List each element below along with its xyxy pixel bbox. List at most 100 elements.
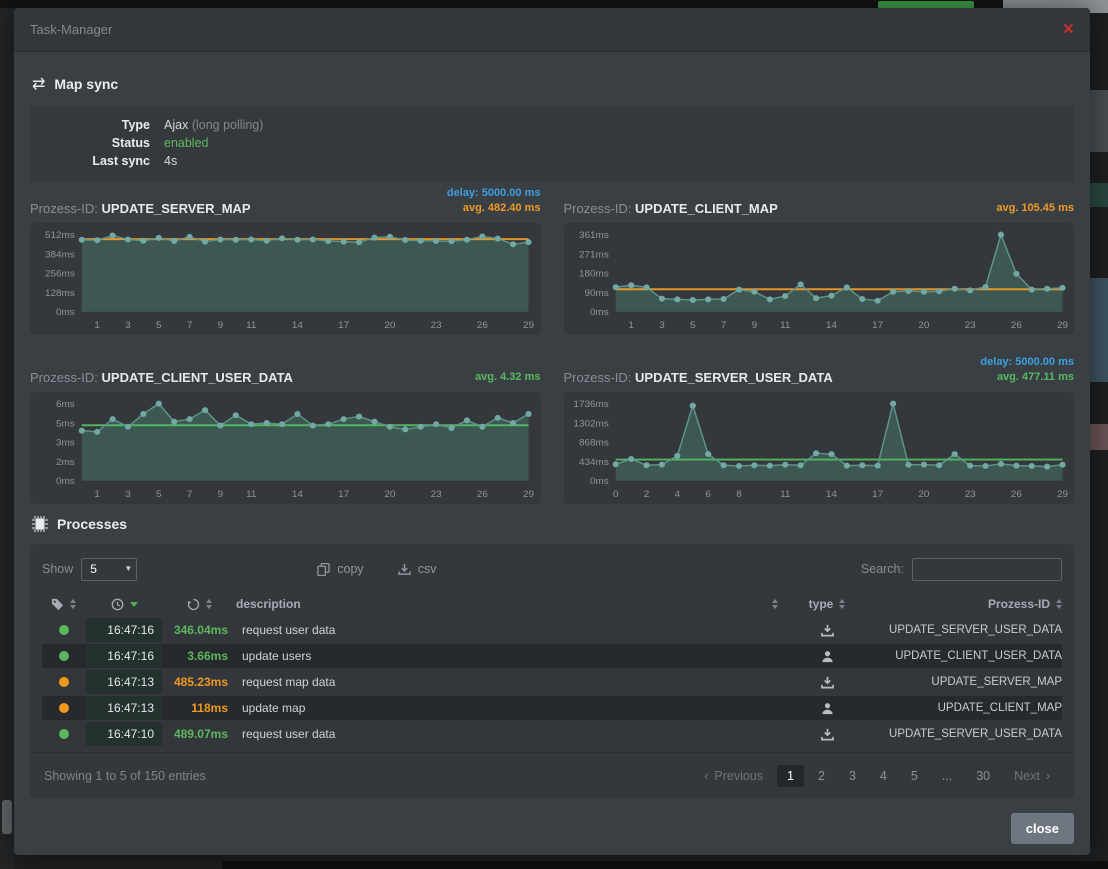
column-time[interactable] xyxy=(86,592,162,616)
svg-text:26: 26 xyxy=(1010,320,1022,331)
svg-text:6ms: 6ms xyxy=(56,399,75,410)
svg-text:23: 23 xyxy=(431,320,443,331)
svg-text:23: 23 xyxy=(964,320,976,331)
svg-text:1: 1 xyxy=(94,320,100,331)
row-time: 16:47:13 xyxy=(86,696,162,720)
row-description: request user data xyxy=(236,727,784,741)
svg-text:1: 1 xyxy=(628,320,634,331)
map-sync-panel: Type Ajax (long polling) Status enabled … xyxy=(30,106,1074,182)
row-duration: 346.04ms xyxy=(162,623,236,637)
row-type-icon xyxy=(784,676,870,689)
next-button[interactable]: Next › xyxy=(1004,765,1060,787)
row-type-icon xyxy=(784,728,870,741)
row-duration: 3.66ms xyxy=(162,649,236,663)
svg-text:9: 9 xyxy=(751,320,757,331)
svg-text:14: 14 xyxy=(292,320,304,331)
close-x-icon[interactable]: × xyxy=(1063,20,1074,39)
svg-text:5ms: 5ms xyxy=(56,418,75,429)
svg-text:361ms: 361ms xyxy=(578,230,608,241)
sort-icon xyxy=(206,599,212,609)
svg-text:512ms: 512ms xyxy=(45,230,75,241)
svg-text:0: 0 xyxy=(612,489,618,500)
svg-text:26: 26 xyxy=(477,320,489,331)
row-type-icon xyxy=(784,702,870,715)
svg-text:14: 14 xyxy=(825,489,837,500)
delay-stat: delay: 5000.00 ms xyxy=(447,186,541,201)
column-status[interactable] xyxy=(42,592,86,616)
page-button[interactable]: 5 xyxy=(901,765,928,787)
row-prozess-id: UPDATE_SERVER_MAP xyxy=(870,676,1062,688)
svg-text:4: 4 xyxy=(674,489,680,500)
row-prozess-id: UPDATE_SERVER_USER_DATA xyxy=(870,624,1062,636)
server-download-icon xyxy=(821,624,834,637)
row-type-icon xyxy=(784,650,870,663)
column-description[interactable]: description xyxy=(236,592,784,616)
server-download-icon xyxy=(821,676,834,689)
last-sync-label: Last sync xyxy=(30,152,150,170)
sort-icon xyxy=(772,599,778,609)
previous-button[interactable]: ‹ Previous xyxy=(694,765,773,787)
background-fragment xyxy=(1090,278,1108,382)
svg-text:5: 5 xyxy=(690,320,696,331)
map-sync-heading: ⇄ Map sync xyxy=(32,74,1074,94)
last-sync-value: 4s xyxy=(164,152,177,170)
row-time: 16:47:13 xyxy=(86,670,162,694)
page-button[interactable]: 30 xyxy=(966,765,1000,787)
page-size-select[interactable]: 5 xyxy=(81,558,137,581)
row-prozess-id: UPDATE_CLIENT_MAP xyxy=(870,702,1062,714)
svg-text:29: 29 xyxy=(523,320,534,331)
table-row[interactable]: 16:47:13485.23msrequest map dataUPDATE_S… xyxy=(42,670,1062,694)
close-button[interactable]: close xyxy=(1011,813,1074,844)
chart-update-server-map: Prozess-ID: UPDATE_SERVER_MAP delay: 500… xyxy=(30,186,541,335)
search-input[interactable] xyxy=(912,558,1062,581)
table-row[interactable]: 16:47:163.66msupdate usersUPDATE_CLIENT_… xyxy=(42,644,1062,668)
column-type[interactable]: type xyxy=(784,592,870,616)
avg-stat: avg. 105.45 ms xyxy=(996,201,1074,216)
chevron-left-icon: ‹ xyxy=(704,769,708,783)
svg-text:0ms: 0ms xyxy=(590,307,609,318)
svg-text:90ms: 90ms xyxy=(584,288,608,299)
row-time: 16:47:16 xyxy=(86,644,162,668)
svg-text:7: 7 xyxy=(720,320,726,331)
row-prozess-id: UPDATE_SERVER_USER_DATA xyxy=(870,728,1062,740)
modal-title: Task-Manager xyxy=(30,22,112,37)
svg-text:5: 5 xyxy=(156,489,162,500)
row-description: update map xyxy=(236,701,784,715)
svg-text:128ms: 128ms xyxy=(45,288,75,299)
copy-button[interactable]: copy xyxy=(317,562,363,576)
table-footer: Showing 1 to 5 of 150 entries ‹ Previous… xyxy=(30,752,1074,798)
svg-text:1: 1 xyxy=(94,489,100,500)
background-green-indicator xyxy=(878,1,974,8)
svg-text:384ms: 384ms xyxy=(45,249,75,260)
table-row[interactable]: 16:47:10489.07msrequest user dataUPDATE_… xyxy=(42,722,1062,746)
page-button[interactable]: 1 xyxy=(777,765,804,787)
page-button[interactable]: 2 xyxy=(808,765,835,787)
svg-text:434ms: 434ms xyxy=(578,457,608,468)
server-download-icon xyxy=(821,728,834,741)
type-note: (long polling) xyxy=(192,118,264,132)
table-row[interactable]: 16:47:16346.04msrequest user dataUPDATE_… xyxy=(42,618,1062,642)
page-button[interactable]: 4 xyxy=(870,765,897,787)
avg-stat: avg. 482.40 ms xyxy=(463,201,541,216)
status-label: Status xyxy=(30,134,150,152)
column-duration[interactable] xyxy=(162,592,236,616)
svg-text:0ms: 0ms xyxy=(590,476,609,487)
svg-text:5: 5 xyxy=(156,320,162,331)
csv-button[interactable]: csv xyxy=(398,562,437,576)
status-dot xyxy=(42,729,86,739)
svg-text:26: 26 xyxy=(1010,489,1022,500)
svg-text:7: 7 xyxy=(187,489,193,500)
processes-card: Show 5 ▼ copy csv xyxy=(30,544,1074,798)
svg-text:14: 14 xyxy=(292,489,304,500)
chart-title: Prozess-ID: UPDATE_CLIENT_MAP xyxy=(564,201,778,216)
svg-text:7: 7 xyxy=(187,320,193,331)
page-button[interactable]: 3 xyxy=(839,765,866,787)
chart-canvas: 6ms5ms3ms2ms0ms1357911141720232629 xyxy=(30,392,541,504)
charts-grid: Prozess-ID: UPDATE_SERVER_MAP delay: 500… xyxy=(30,186,1074,504)
map-sync-title: Map sync xyxy=(54,76,118,92)
column-prozess-id[interactable]: Prozess-ID xyxy=(870,592,1062,616)
status-value: enabled xyxy=(164,134,209,152)
table-row[interactable]: 16:47:13118msupdate mapUPDATE_CLIENT_MAP xyxy=(42,696,1062,720)
history-icon xyxy=(187,598,200,611)
clock-icon xyxy=(111,598,124,611)
